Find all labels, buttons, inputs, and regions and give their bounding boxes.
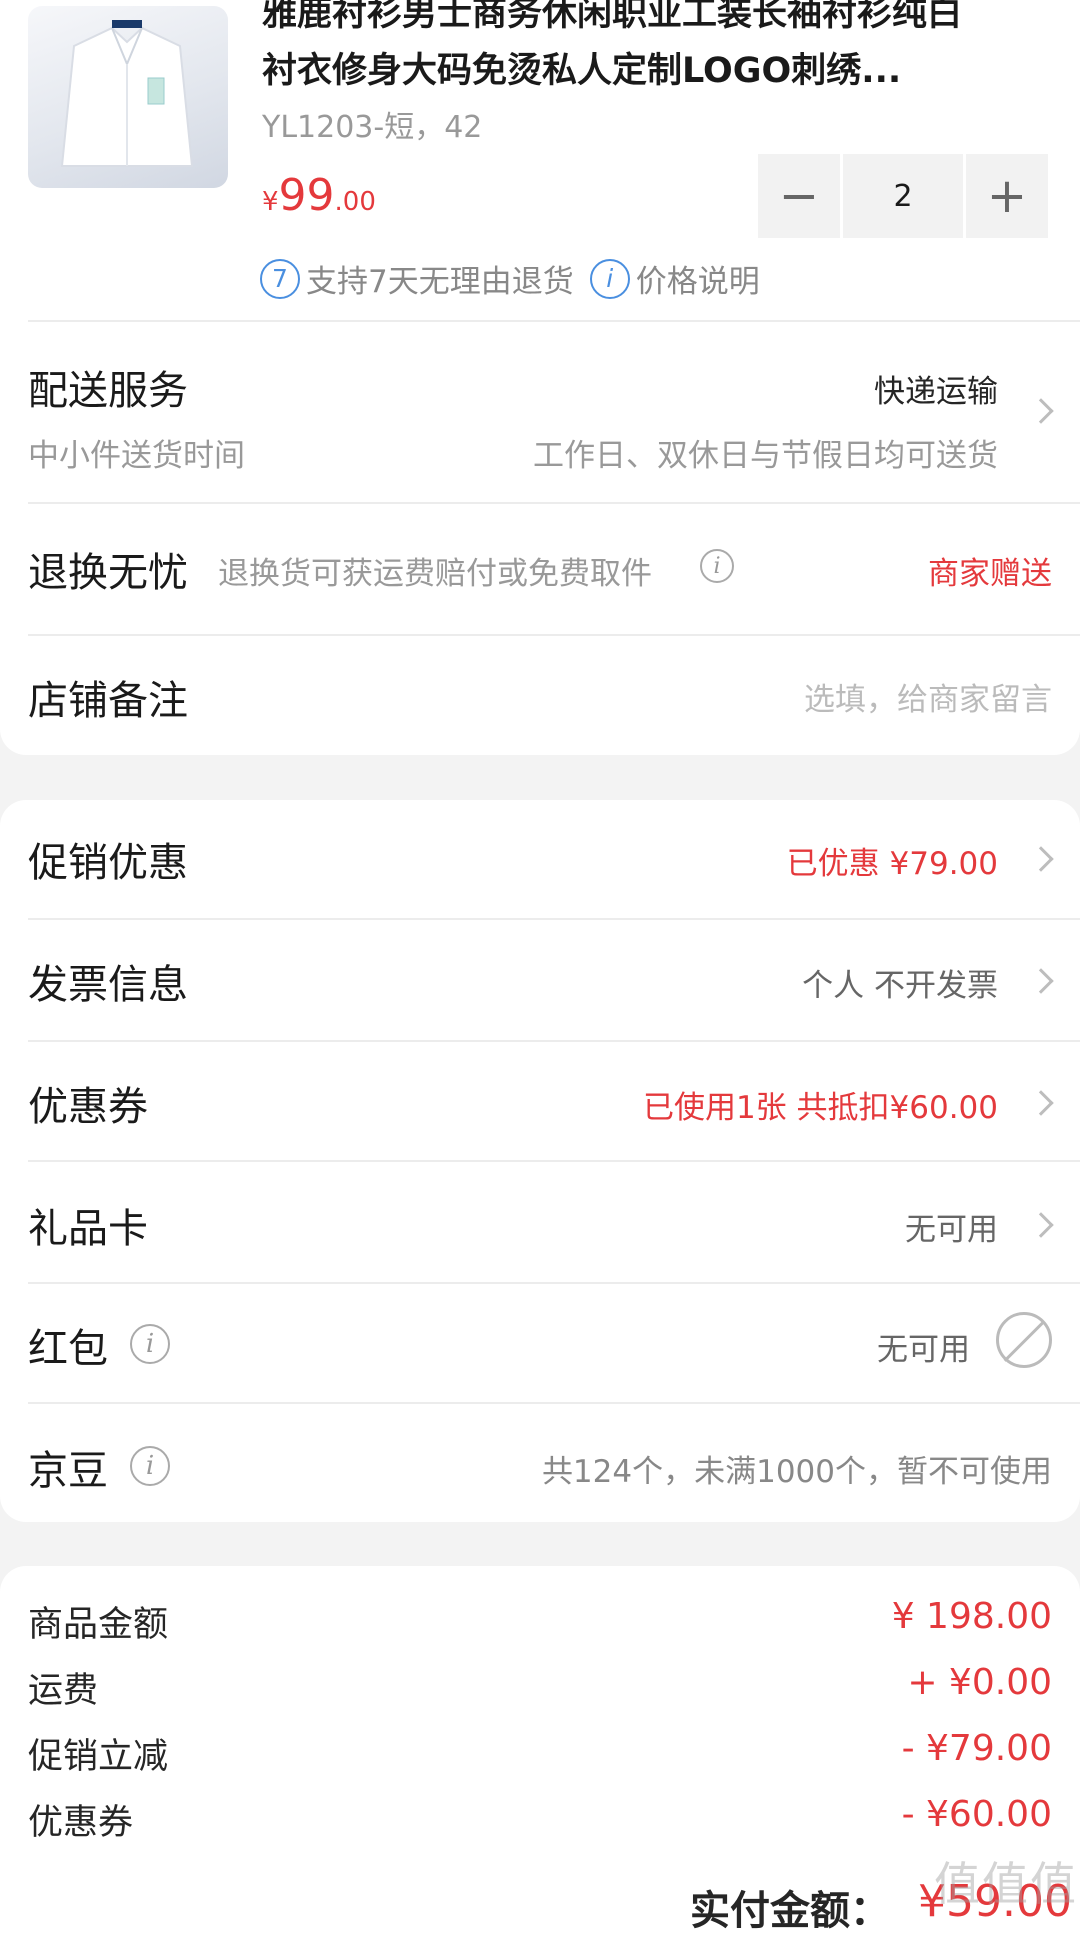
chevron-right-icon xyxy=(1028,398,1054,424)
info-icon[interactable]: i xyxy=(130,1446,170,1486)
promotion-value: 已优惠 ¥79.00 xyxy=(786,846,998,882)
jingdou-value: 共124个，未满1000个，暂不可使用 xyxy=(541,1454,1052,1490)
divider xyxy=(28,634,1080,636)
price-decimal: .00 xyxy=(334,187,376,217)
return-service-desc: 退换货可获运费赔付或免费取件 xyxy=(218,556,652,592)
shirt-image-icon xyxy=(60,20,194,167)
chevron-right-icon xyxy=(1028,968,1054,994)
summary-value-coupon: - ¥60.00 xyxy=(901,1794,1052,1835)
invoice-value: 个人 不开发票 xyxy=(802,968,998,1004)
price-note-link[interactable]: 价格说明 xyxy=(636,256,760,301)
toggle-disabled-icon xyxy=(996,1312,1052,1368)
invoice-label: 发票信息 xyxy=(28,962,188,1008)
order-item-card: 雅鹿衬衫男士商务休闲职业工装长袖衬衫纯白 衬衣修身大码免烫私人定制LOGO刺绣.… xyxy=(0,0,1080,755)
store-remark-label: 店铺备注 xyxy=(28,678,188,724)
store-remark-input[interactable]: 选填，给商家留言 xyxy=(804,674,1052,719)
gift-card-value: 无可用 xyxy=(905,1212,998,1248)
info-icon[interactable]: i xyxy=(130,1324,170,1364)
info-icon: i xyxy=(589,258,630,299)
coupon-label: 优惠券 xyxy=(28,1084,148,1130)
delivery-label: 配送服务 xyxy=(28,368,188,414)
price-integer: 99 xyxy=(278,170,335,221)
chevron-right-icon xyxy=(1028,846,1054,872)
total-pay-label: 实付金额： xyxy=(690,1888,890,1934)
summary-label-goods: 商品金额 xyxy=(28,1605,169,1645)
summary-label-coupon: 优惠券 xyxy=(28,1803,134,1843)
coupon-value: 已使用1张 共抵扣¥60.00 xyxy=(642,1090,998,1126)
divider xyxy=(28,1160,1080,1162)
seven-day-return-icon: 7 xyxy=(260,258,300,299)
qty-minus-button[interactable]: − xyxy=(758,154,840,238)
delivery-sub-label: 中小件送货时间 xyxy=(28,438,245,474)
info-icon[interactable]: i xyxy=(700,549,734,583)
product-title[interactable]: 雅鹿衬衫男士商务休闲职业工装长袖衬衫纯白 衬衣修身大码免烫私人定制LOGO刺绣.… xyxy=(262,0,1062,100)
red-packet-value: 无可用 xyxy=(877,1332,970,1368)
summary-value-shipping: + ¥0.00 xyxy=(907,1662,1052,1703)
gift-card-label: 礼品卡 xyxy=(28,1206,148,1252)
product-title-line1: 雅鹿衬衫男士商务休闲职业工装长袖衬衫纯白 xyxy=(262,0,963,34)
divider xyxy=(28,320,1080,322)
summary-value-goods: ¥ 198.00 xyxy=(891,1596,1052,1637)
divider xyxy=(28,918,1080,920)
delivery-sub-value: 工作日、双休日与节假日均可送货 xyxy=(533,438,998,474)
summary-value-promo: - ¥79.00 xyxy=(901,1728,1052,1769)
chevron-right-icon xyxy=(1028,1212,1054,1238)
service-tags: 7 支持7天无理由退货 i 价格说明 xyxy=(260,256,760,301)
promotion-label: 促销优惠 xyxy=(28,840,188,886)
divider xyxy=(28,1402,1080,1404)
return-policy-text[interactable]: 支持7天无理由退货 xyxy=(306,256,574,301)
product-thumbnail[interactable] xyxy=(28,6,228,188)
product-title-line2: 衬衣修身大码免烫私人定制LOGO刺绣... xyxy=(262,51,902,91)
divider xyxy=(28,1040,1080,1042)
return-service-label: 退换无忧 xyxy=(28,550,188,596)
red-packet-label: 红包 xyxy=(28,1326,108,1372)
return-service-value: 商家赠送 xyxy=(928,556,1052,592)
quantity-stepper: − 2 + xyxy=(758,154,1048,238)
qty-plus-button[interactable]: + xyxy=(966,154,1048,238)
divider xyxy=(28,502,1080,504)
jingdou-label: 京豆 xyxy=(28,1448,108,1494)
chevron-right-icon xyxy=(1028,1090,1054,1116)
qty-input[interactable]: 2 xyxy=(843,154,963,238)
product-spec: YL1203-短，42 xyxy=(262,110,483,145)
watermark-logo: 值值值 xyxy=(934,1857,1078,1911)
divider xyxy=(28,1282,1080,1284)
delivery-method: 快递运输 xyxy=(874,374,998,410)
summary-label-promo: 促销立减 xyxy=(28,1737,169,1777)
price-currency: ¥ xyxy=(262,187,279,217)
discounts-card: 促销优惠 已优惠 ¥79.00 发票信息 个人 不开发票 优惠券 已使用1张 共… xyxy=(0,800,1080,1522)
product-price: ¥99.00 xyxy=(262,170,376,221)
summary-label-shipping: 运费 xyxy=(28,1671,99,1711)
